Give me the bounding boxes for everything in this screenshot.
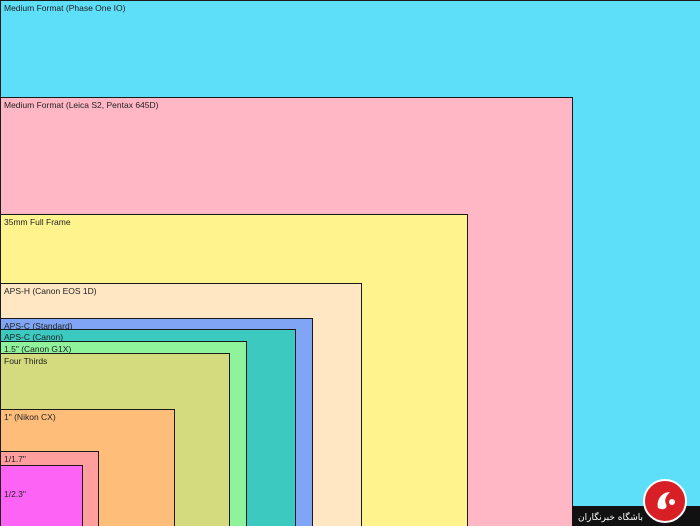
sensor-label: 1" (Nikon CX) bbox=[4, 412, 56, 422]
watermark: باشگاه خبرنگاران bbox=[572, 476, 700, 526]
sensor-one-over-2-3: 1/2.3" bbox=[0, 465, 83, 526]
sensor-label: APS-H (Canon EOS 1D) bbox=[4, 286, 97, 296]
watermark-logo-icon bbox=[643, 479, 687, 523]
sensor-label: Medium Format (Phase One IO) bbox=[4, 3, 126, 13]
sensor-label: Four Thirds bbox=[4, 356, 48, 366]
watermark-text: باشگاه خبرنگاران bbox=[578, 513, 643, 523]
sensor-label: Medium Format (Leica S2, Pentax 645D) bbox=[4, 100, 159, 110]
sensor-size-diagram: Medium Format (Phase One IO) Medium Form… bbox=[0, 0, 700, 526]
sensor-label: 35mm Full Frame bbox=[4, 217, 71, 227]
sensor-label: 1/2.3" bbox=[4, 489, 26, 499]
sensor-label: 1/1.7" bbox=[4, 454, 26, 464]
